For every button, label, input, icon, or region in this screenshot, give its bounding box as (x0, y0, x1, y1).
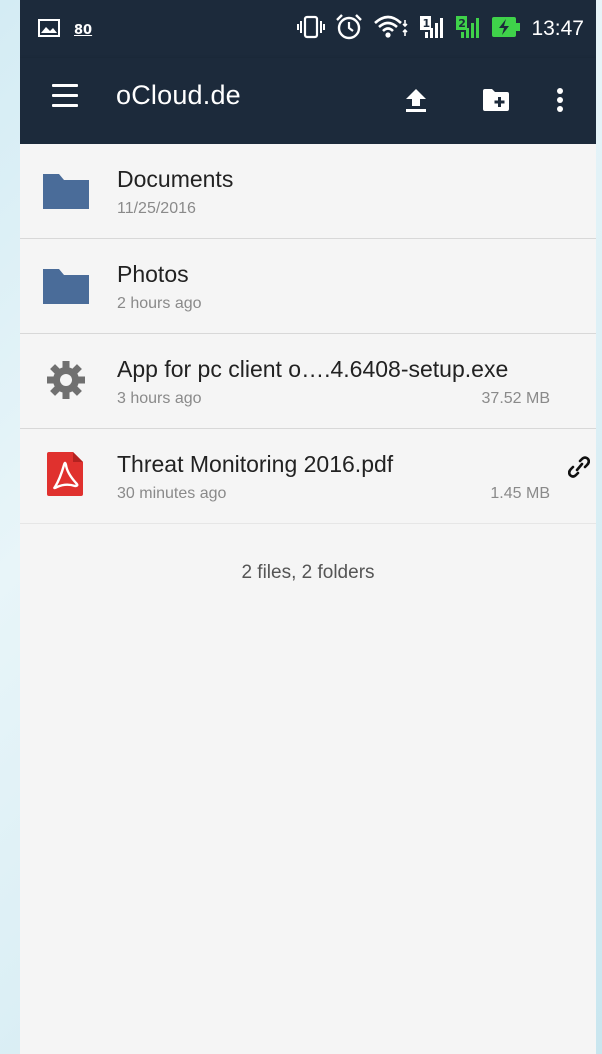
list-item[interactable]: Threat Monitoring 2016.pdf 30 minutes ag… (20, 429, 596, 524)
shared-link-icon[interactable] (567, 455, 591, 479)
app-toolbar: oCloud.de (20, 58, 596, 144)
folder-icon (42, 265, 90, 309)
svg-text:1: 1 (423, 17, 431, 30)
file-list: Documents 11/25/2016 Photos 2 hours ago (20, 144, 596, 524)
folder-summary: 2 files, 2 folders (241, 562, 375, 583)
signal-sim1-icon: 1 (419, 14, 445, 45)
gear-icon (46, 360, 94, 404)
wifi-icon (373, 14, 409, 45)
folder-icon (42, 170, 90, 214)
alarm-icon (335, 13, 363, 46)
list-item[interactable]: App for pc client o….4.6408-setup.exe 3 … (20, 334, 596, 429)
pdf-icon (46, 451, 94, 496)
new-folder-icon[interactable] (474, 78, 518, 122)
more-options-icon[interactable] (538, 78, 582, 122)
file-size: 37.52 MB (481, 390, 550, 407)
file-name: Documents (117, 166, 234, 192)
clock: 13:47 (531, 17, 584, 40)
status-bar: 80 1 2 13:47 (20, 0, 596, 58)
file-modified: 2 hours ago (117, 295, 202, 312)
image-notification-icon (38, 19, 60, 42)
menu-icon[interactable] (52, 84, 80, 114)
svg-text:2: 2 (459, 17, 467, 30)
file-modified: 3 hours ago (117, 390, 202, 407)
signal-sim2-icon: 2 (455, 14, 481, 45)
file-name: Threat Monitoring 2016.pdf (117, 451, 394, 477)
notification-count: 80 (74, 23, 93, 38)
list-item[interactable]: Photos 2 hours ago (20, 239, 596, 334)
list-item[interactable]: Documents 11/25/2016 (20, 144, 596, 239)
file-size: 1.45 MB (490, 485, 550, 502)
file-name: Photos (117, 261, 189, 287)
vibrate-icon (297, 14, 326, 45)
app-title: oCloud.de (116, 80, 241, 110)
file-modified: 30 minutes ago (117, 485, 227, 502)
file-name: App for pc client o….4.6408-setup.exe (117, 356, 509, 382)
file-modified: 11/25/2016 (117, 200, 196, 217)
upload-icon[interactable] (394, 78, 438, 122)
battery-charging-icon (491, 16, 521, 43)
phone-screen: 80 1 2 13:47 oCloud.de Documents 11/25/2… (20, 0, 596, 1054)
